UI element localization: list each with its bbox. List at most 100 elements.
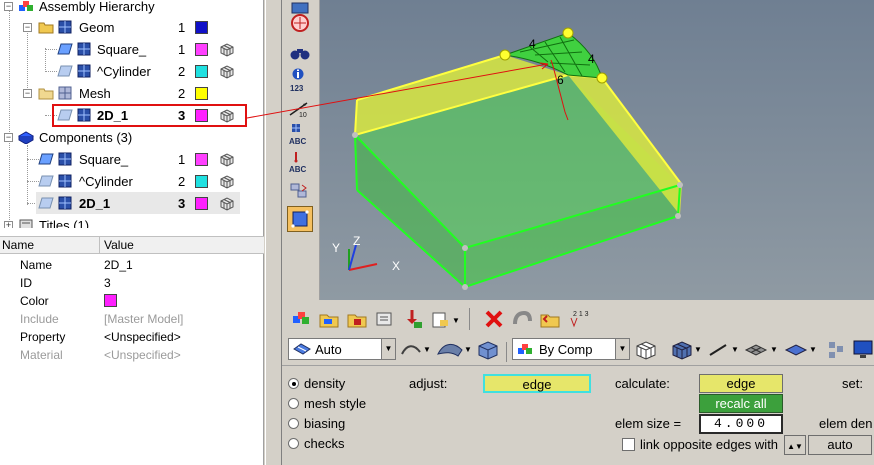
chevron-down-icon[interactable]: ▼: [381, 339, 395, 359]
node-point[interactable]: [677, 182, 683, 188]
node-point[interactable]: [352, 132, 358, 138]
chevron-down-icon[interactable]: ▼: [464, 345, 472, 354]
renumber-icon[interactable]: 2 1 3: [567, 308, 593, 330]
component-manager-icon[interactable]: [318, 308, 340, 330]
organize-icon[interactable]: [374, 308, 396, 330]
shaded-plane-icon[interactable]: [784, 340, 808, 360]
model-view[interactable]: 4 4 6 Y Z X: [320, 0, 874, 300]
chevron-down-icon[interactable]: ▼: [809, 345, 817, 354]
node-point[interactable]: [562, 27, 574, 39]
biasing-radio-label[interactable]: biasing: [304, 416, 345, 431]
color-swatch[interactable]: [195, 43, 208, 56]
property-row[interactable]: Name 2D_1: [0, 256, 264, 274]
find-button[interactable]: [287, 40, 313, 66]
link-mode-toggle[interactable]: ▲▼: [784, 435, 806, 455]
collapse-icon[interactable]: −: [23, 89, 32, 98]
property-row[interactable]: ID 3: [0, 274, 264, 292]
color-swatch[interactable]: [195, 175, 208, 188]
tree-row-comp-cylinder[interactable]: ^Cylinder 2: [0, 170, 263, 192]
chevron-down-icon[interactable]: ▼: [452, 316, 460, 325]
delete-icon[interactable]: [483, 308, 505, 330]
node-point[interactable]: [675, 213, 681, 219]
line-style-icon[interactable]: [708, 340, 728, 360]
tree-row-square[interactable]: Square_ 1: [0, 38, 263, 60]
graphics-viewport[interactable]: 4 4 6 Y Z X: [320, 0, 874, 300]
property-value[interactable]: <Unspecified>: [104, 330, 181, 344]
surface-icon[interactable]: [436, 340, 464, 360]
node-point[interactable]: [499, 49, 511, 61]
chevron-down-icon[interactable]: ▼: [615, 339, 629, 359]
color-swatch[interactable]: [195, 87, 208, 100]
make-current-icon[interactable]: [430, 308, 452, 330]
elem-size-input[interactable]: 4.000: [699, 414, 783, 434]
reject-icon[interactable]: [511, 308, 533, 330]
wireframe-icon[interactable]: [634, 339, 658, 361]
tree-row-mesh[interactable]: − Mesh 2: [0, 82, 263, 104]
color-swatch[interactable]: [195, 197, 208, 210]
collapse-icon[interactable]: −: [4, 2, 13, 11]
numbers-button[interactable]: 123: [287, 66, 313, 94]
tree-row-titles[interactable]: + Titles (1): [0, 214, 263, 228]
assembly-folder-icon[interactable]: [346, 308, 368, 330]
section-cut-button[interactable]: [287, 10, 313, 36]
checks-radio-label[interactable]: checks: [304, 436, 344, 451]
property-row[interactable]: Color: [0, 292, 264, 310]
link-edges-checkbox[interactable]: [622, 438, 635, 451]
color-swatch[interactable]: [195, 65, 208, 78]
biasing-radio[interactable]: [288, 418, 299, 429]
chevron-down-icon[interactable]: ▼: [731, 345, 739, 354]
label-elements-button[interactable]: ABC: [287, 150, 313, 176]
edge-density-label[interactable]: 4: [529, 37, 536, 51]
tree-row-components[interactable]: − Components (3): [0, 126, 263, 148]
panel-splitter[interactable]: [265, 0, 282, 465]
components-icon[interactable]: [290, 308, 312, 330]
color-swatch[interactable]: [195, 153, 208, 166]
expand-icon[interactable]: +: [4, 221, 13, 228]
transparency-icon[interactable]: [828, 341, 844, 359]
move-to-component-icon[interactable]: [402, 308, 424, 330]
color-mode-dropdown[interactable]: By Comp ▼: [512, 338, 630, 360]
calculate-edge-button[interactable]: edge: [699, 374, 783, 393]
plane-icon[interactable]: [744, 340, 768, 360]
recalc-all-button[interactable]: recalc all: [699, 394, 783, 413]
tree-row-cylinder[interactable]: ^Cylinder 2: [0, 60, 263, 82]
edge-density-label[interactable]: 6: [557, 73, 564, 87]
color-swatch[interactable]: [104, 294, 117, 307]
tree-row-geom[interactable]: − Geom 1: [0, 16, 263, 38]
chevron-down-icon[interactable]: ▼: [423, 345, 431, 354]
link-edges-label[interactable]: link opposite edges with: [640, 437, 778, 452]
mesh-style-radio[interactable]: [288, 398, 299, 409]
property-value[interactable]: 2D_1: [104, 258, 133, 272]
property-value[interactable]: 3: [104, 276, 111, 290]
mesh-display-icon[interactable]: [219, 64, 234, 79]
tree-row-assembly[interactable]: − Assembly Hierarchy: [0, 0, 263, 17]
edge-density-label[interactable]: 4: [588, 52, 595, 66]
chevron-down-icon[interactable]: ▼: [694, 345, 702, 354]
solid-icon[interactable]: [476, 339, 500, 361]
checks-radio[interactable]: [288, 438, 299, 449]
mesh-display-icon[interactable]: [219, 174, 234, 189]
mesh-display-icon[interactable]: [219, 196, 234, 211]
collapse-icon[interactable]: −: [4, 133, 13, 142]
tolerance-button[interactable]: 10: [287, 96, 313, 122]
property-row[interactable]: Property <Unspecified>: [0, 328, 264, 346]
label-button[interactable]: ABC: [287, 122, 313, 148]
mesh-display-icon[interactable]: [219, 152, 234, 167]
mesh-display-icon[interactable]: [219, 42, 234, 57]
mesh-mode-dropdown[interactable]: Auto ▼: [288, 338, 396, 360]
density-radio-label[interactable]: density: [304, 376, 345, 391]
tree-row-comp-square[interactable]: Square_ 1: [0, 148, 263, 170]
auto-button[interactable]: auto: [808, 435, 872, 455]
edge-icon[interactable]: [400, 340, 424, 360]
density-radio[interactable]: [288, 378, 299, 389]
mesh-style-radio-label[interactable]: mesh style: [304, 396, 366, 411]
column-header-name[interactable]: Name: [2, 238, 34, 252]
column-header-value[interactable]: Value: [104, 238, 134, 252]
adjust-edge-button[interactable]: edge: [483, 374, 591, 393]
monitor-icon[interactable]: [852, 339, 874, 361]
color-swatch[interactable]: [195, 21, 208, 34]
mesh-edit-button[interactable]: [287, 206, 313, 232]
node-point[interactable]: [462, 284, 468, 290]
shaded-mesh-icon[interactable]: [670, 339, 694, 361]
tree-row-comp-2d[interactable]: 2D_1 3: [36, 192, 240, 214]
